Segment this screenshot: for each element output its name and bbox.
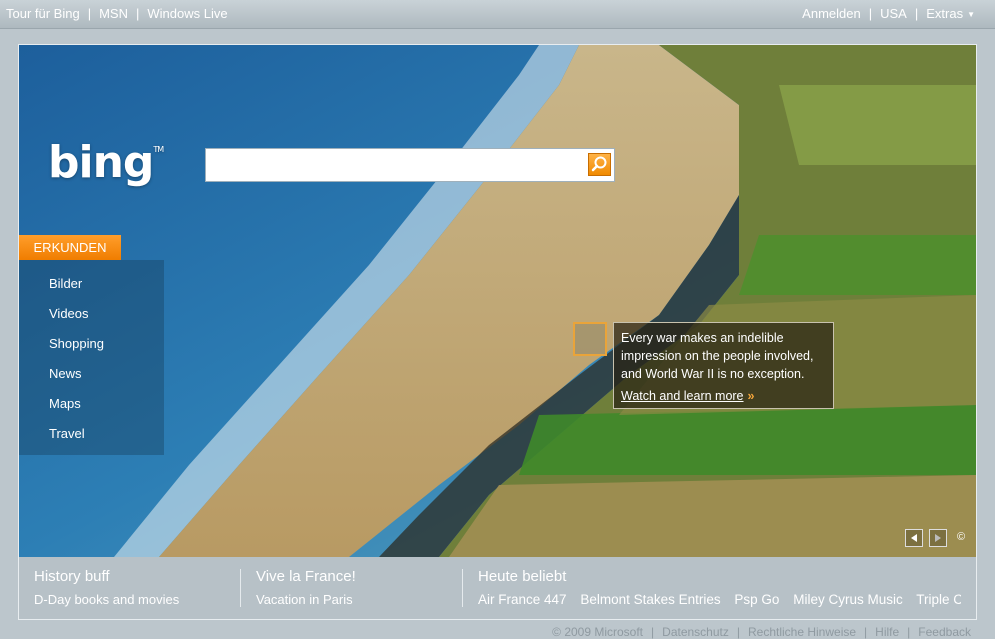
nav-images[interactable]: Bilder <box>49 276 82 291</box>
hero-image: bingTM ERKUNDEN Bilder Videos Shopping N… <box>18 44 977 558</box>
arrow-icon: » <box>747 389 755 403</box>
popular-search-link[interactable]: Air France 447 <box>478 592 567 607</box>
copyright-icon[interactable]: © <box>957 531 965 543</box>
msn-link[interactable]: MSN <box>99 6 128 21</box>
separator: | <box>907 625 911 639</box>
divider <box>240 569 241 607</box>
search-input[interactable] <box>208 151 582 179</box>
watch-learn-link[interactable]: Watch and learn more <box>621 387 744 405</box>
popular-search-link[interactable]: Belmont Stakes Entries <box>580 592 720 607</box>
trademark: TM <box>153 145 164 154</box>
separator: | <box>651 625 655 639</box>
separator: | <box>914 6 919 21</box>
tour-link[interactable]: Tour für Bing <box>6 6 80 21</box>
extras-label: Extras <box>926 6 964 21</box>
copyright-text: © 2009 Microsoft <box>552 625 644 639</box>
search-icon <box>591 156 607 172</box>
top-left-links: Tour für Bing | MSN | Windows Live <box>6 0 228 28</box>
help-link[interactable]: Hilfe <box>875 625 899 639</box>
popular-search-link[interactable]: Triple Cro <box>916 592 961 607</box>
hotspot-card: Every war makes an indelible impression … <box>613 322 834 409</box>
nav-shopping[interactable]: Shopping <box>49 336 104 351</box>
explore-tab[interactable]: ERKUNDEN <box>19 235 121 260</box>
logo-text: bing <box>48 137 154 188</box>
hotspot-text-line: and World War II is no exception. <box>621 367 805 381</box>
history-buff-title[interactable]: History buff <box>34 568 110 585</box>
separator: | <box>135 6 140 21</box>
explore-nav: Bilder Videos Shopping News Maps Travel <box>19 260 164 455</box>
privacy-link[interactable]: Datenschutz <box>662 625 729 639</box>
separator: | <box>87 6 92 21</box>
vive-la-france-title[interactable]: Vive la France! <box>256 568 356 585</box>
search-box <box>205 148 615 182</box>
feedback-link[interactable]: Feedback <box>918 625 971 639</box>
hotspot-text-line: Every war makes an indelible <box>621 331 784 345</box>
divider <box>462 569 463 607</box>
caret-down-icon: ▼ <box>967 9 975 19</box>
region-link[interactable]: USA <box>880 6 907 21</box>
nav-news[interactable]: News <box>49 366 82 381</box>
next-image-button[interactable] <box>929 529 947 547</box>
bottom-panel: History buff D-Day books and movies Vive… <box>18 557 977 620</box>
nav-videos[interactable]: Videos <box>49 306 89 321</box>
legal-link[interactable]: Rechtliche Hinweise <box>748 625 856 639</box>
top-bar: Tour für Bing | MSN | Windows Live Anmelden |… <box>0 0 995 29</box>
previous-image-button[interactable] <box>905 529 923 547</box>
popular-search-link[interactable]: Psp Go <box>734 592 779 607</box>
nav-maps[interactable]: Maps <box>49 396 81 411</box>
hotspot-text-line: impression on the people involved, <box>621 349 814 363</box>
windows-live-link[interactable]: Windows Live <box>147 6 227 21</box>
triangle-right-icon <box>935 534 941 542</box>
footer: © 2009 Microsoft | Datenschutz | Rechtliche … <box>552 625 971 639</box>
vacation-paris-link[interactable]: Vacation in Paris <box>256 592 353 607</box>
search-button[interactable] <box>588 153 611 176</box>
sign-in-link[interactable]: Anmelden <box>802 6 861 21</box>
nav-travel[interactable]: Travel <box>49 426 85 441</box>
dday-books-link[interactable]: D-Day books and movies <box>34 592 179 607</box>
triangle-left-icon <box>911 534 917 542</box>
separator: | <box>864 625 868 639</box>
bing-logo[interactable]: bingTM <box>48 137 164 188</box>
extras-menu[interactable]: Extras ▼ <box>926 6 975 21</box>
separator: | <box>868 6 873 21</box>
popular-searches: Air France 447 Belmont Stakes Entries Ps… <box>478 592 961 607</box>
popular-title: Heute beliebt <box>478 568 567 585</box>
top-right-links: Anmelden | USA | Extras ▼ <box>802 0 975 29</box>
hotspot-marker[interactable] <box>573 322 607 356</box>
popular-search-link[interactable]: Miley Cyrus Music <box>793 592 903 607</box>
separator: | <box>736 625 740 639</box>
